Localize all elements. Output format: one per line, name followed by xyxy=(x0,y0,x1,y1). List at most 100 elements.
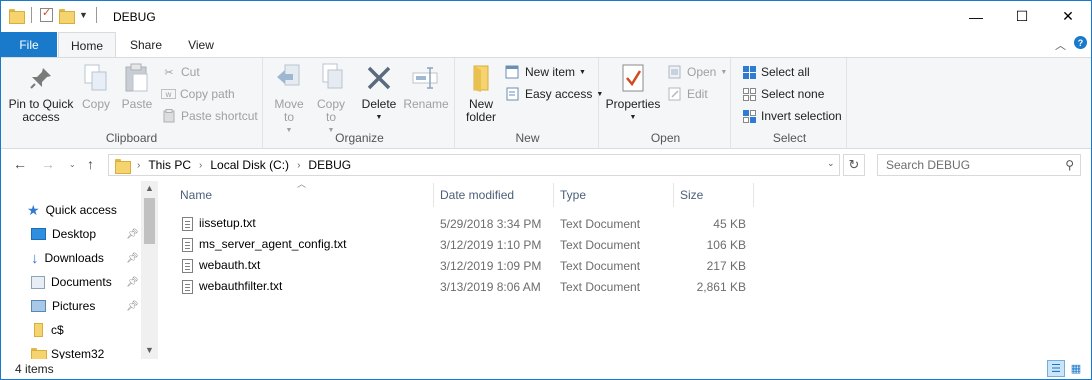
forward-arrow-icon[interactable]: → xyxy=(41,156,55,172)
file-type: Text Document xyxy=(560,259,641,273)
large-icons-view-icon[interactable]: ▦ xyxy=(1067,360,1085,377)
edit-button[interactable]: Edit xyxy=(667,84,708,104)
up-arrow-icon[interactable]: ↑ xyxy=(87,156,94,172)
scrollbar-thumb[interactable] xyxy=(144,198,155,244)
file-row[interactable]: ms_server_agent_config.txt 3/12/2019 1:1… xyxy=(176,235,756,256)
new-item-button[interactable]: New item ▼ xyxy=(505,62,586,82)
breadcrumb-debug[interactable]: DEBUG xyxy=(308,158,351,172)
new-folder-button[interactable]: New folder xyxy=(461,62,501,124)
move-to-icon xyxy=(273,62,305,94)
copy-to-label: Copy to xyxy=(316,97,345,124)
column-header-name[interactable]: Name xyxy=(176,181,432,208)
properties-button[interactable]: Properties ▼ xyxy=(605,62,661,124)
details-view-icon[interactable]: ☰ xyxy=(1047,360,1065,377)
select-none-icon xyxy=(741,86,757,102)
scissors-icon: ✂ xyxy=(164,66,174,79)
tab-share[interactable]: Share xyxy=(121,32,171,57)
address-dropdown-icon[interactable]: ⌄ xyxy=(827,158,835,169)
nav-item-documents[interactable]: Documents xyxy=(31,271,112,293)
properties-qat-button[interactable]: ✓ xyxy=(40,7,53,22)
item-count: 4 items xyxy=(15,362,54,376)
file-row[interactable]: webauth.txt 3/12/2019 1:09 PM Text Docum… xyxy=(176,256,756,277)
move-to-button[interactable]: Move to ▼ xyxy=(271,62,307,137)
nav-item-label: Pictures xyxy=(52,299,96,313)
chevron-down-icon: ▼ xyxy=(720,68,728,76)
breadcrumb-this-pc[interactable]: This PC xyxy=(148,158,191,172)
copy-path-button[interactable]: w Copy path xyxy=(161,84,235,104)
file-date: 5/29/2018 3:34 PM xyxy=(440,217,542,231)
breadcrumb-chevron-icon[interactable]: › xyxy=(137,160,140,171)
rename-label: Rename xyxy=(403,97,449,111)
nav-item-downloads[interactable]: ↓ Downloads xyxy=(31,247,104,269)
pin-to-quick-access-button[interactable]: Pin to Quick access xyxy=(7,62,75,124)
open-button[interactable]: Open ▼ xyxy=(667,62,727,82)
recent-locations-chevron-icon[interactable]: ⌄ xyxy=(69,160,76,169)
refresh-button[interactable]: ↻ xyxy=(843,154,865,176)
scroll-down-icon[interactable]: ▼ xyxy=(145,345,154,355)
chevron-up-icon[interactable]: ︿ xyxy=(1055,37,1066,53)
qat-customize-icon[interactable]: ▼ xyxy=(79,10,88,20)
nav-item-c-share[interactable]: c$ xyxy=(31,319,64,341)
pin-icon[interactable]: 📌︎ xyxy=(126,277,139,288)
nav-item-pictures[interactable]: Pictures xyxy=(31,295,95,317)
column-header-size[interactable]: Size xyxy=(676,181,752,208)
copy-to-icon xyxy=(315,62,347,94)
tab-home[interactable]: Home xyxy=(58,32,116,58)
cut-button[interactable]: ✂ Cut xyxy=(161,62,199,82)
copy-button[interactable]: Copy xyxy=(79,62,113,111)
column-header-type[interactable]: Type xyxy=(556,181,671,208)
file-row[interactable]: webauthfilter.txt 3/13/2019 8:06 AM Text… xyxy=(176,277,756,298)
copy-label: Copy xyxy=(81,97,110,111)
search-icon: ⚲ xyxy=(1065,158,1074,172)
breadcrumb-chevron-icon[interactable]: › xyxy=(297,160,300,171)
minimize-button[interactable]: — xyxy=(953,1,999,32)
select-none-button[interactable]: Select none xyxy=(741,84,824,104)
tab-view[interactable]: View xyxy=(177,32,225,57)
address-bar[interactable]: › This PC › Local Disk (C:) › DEBUG xyxy=(108,154,840,176)
text-file-icon xyxy=(182,216,193,231)
back-arrow-icon[interactable]: ← xyxy=(13,156,27,172)
easy-access-button[interactable]: Easy access ▼ xyxy=(505,84,603,104)
help-icon[interactable]: ? xyxy=(1074,36,1087,49)
copy-path-label: Copy path xyxy=(180,87,235,101)
rename-button[interactable]: Rename xyxy=(403,62,449,111)
new-folder-qat-button[interactable] xyxy=(59,8,75,24)
new-group-label: New xyxy=(515,131,540,145)
nav-scrollbar[interactable]: ▲ ▼ xyxy=(141,181,158,359)
pin-icon[interactable]: 📌︎ xyxy=(126,253,139,264)
close-button[interactable]: ✕ xyxy=(1045,1,1091,32)
column-divider[interactable] xyxy=(753,183,754,207)
nav-item-label: c$ xyxy=(51,323,64,337)
star-icon: ★ xyxy=(27,201,40,218)
nav-item-system32[interactable]: System32 xyxy=(31,343,104,359)
file-row[interactable]: iissetup.txt 5/29/2018 3:34 PM Text Docu… xyxy=(176,214,756,235)
breadcrumb-local-disk[interactable]: Local Disk (C:) xyxy=(210,158,289,172)
pin-icon[interactable]: 📌︎ xyxy=(126,229,139,240)
scroll-up-icon[interactable]: ▲ xyxy=(145,183,154,193)
column-divider[interactable] xyxy=(553,183,554,207)
nav-item-quick-access[interactable]: ★ Quick access xyxy=(27,199,117,221)
column-divider[interactable] xyxy=(673,183,674,207)
search-input[interactable]: Search DEBUG ⚲ xyxy=(877,154,1081,176)
column-divider[interactable] xyxy=(433,183,434,207)
delete-button[interactable]: Delete ▼ xyxy=(359,62,399,124)
invert-selection-button[interactable]: Invert selection xyxy=(741,106,842,126)
open-label: Open xyxy=(687,65,717,79)
paste-button[interactable]: Paste xyxy=(119,62,155,111)
folder-icon xyxy=(115,158,131,174)
pin-icon[interactable]: 📌︎ xyxy=(126,301,139,312)
edit-icon xyxy=(667,86,683,102)
nav-item-desktop[interactable]: Desktop xyxy=(31,223,96,245)
breadcrumb-chevron-icon[interactable]: › xyxy=(199,160,202,171)
status-bar: 4 items ☰ ▦ xyxy=(1,359,1091,379)
file-size: 45 KB xyxy=(713,217,746,231)
column-header-date-modified[interactable]: Date modified xyxy=(436,181,551,208)
copy-to-button[interactable]: Copy to ▼ xyxy=(313,62,349,137)
open-group-label: Open xyxy=(650,131,681,145)
select-all-button[interactable]: Select all xyxy=(741,62,810,82)
paste-shortcut-button[interactable]: Paste shortcut xyxy=(161,106,258,126)
nav-item-label: Desktop xyxy=(52,227,97,241)
maximize-button[interactable]: ☐ xyxy=(999,1,1045,32)
close-icon: ✕ xyxy=(1062,8,1074,24)
tab-file[interactable]: File xyxy=(1,32,57,57)
